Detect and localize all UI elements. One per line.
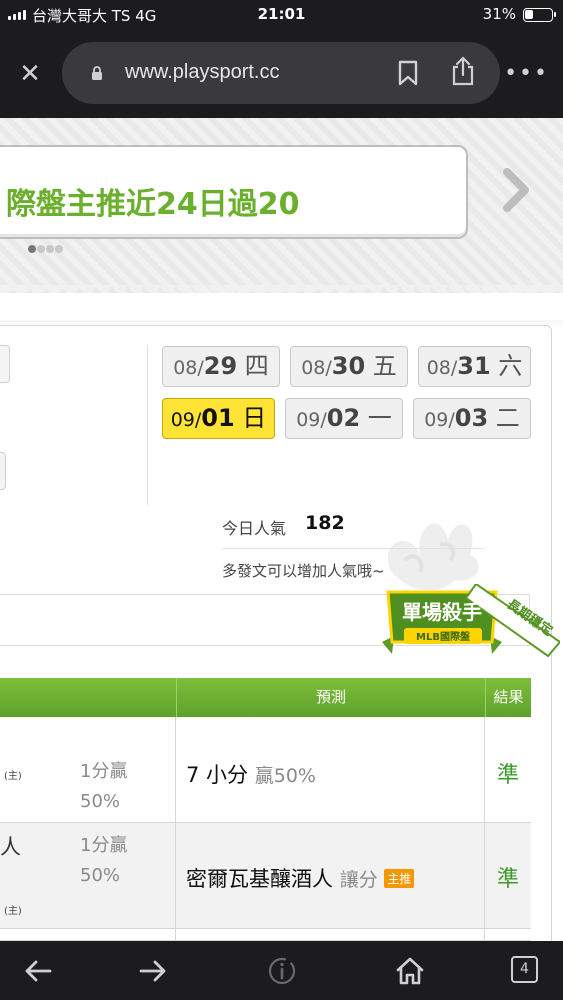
info-icon[interactable]	[266, 955, 298, 987]
popularity-value: 182	[305, 512, 345, 534]
table-header: 預測 結果	[0, 678, 531, 717]
carousel-dots[interactable]	[28, 245, 63, 253]
prediction-cell[interactable]: 密爾瓦基釀酒人 讓分 主推	[186, 863, 415, 893]
lock-icon	[92, 66, 102, 80]
points-pct: 50%	[80, 865, 121, 886]
badge-title: 單場殺手	[402, 600, 482, 624]
banner-card[interactable]: 際盤主推近24日過20	[0, 145, 468, 239]
clock: 21:01	[257, 5, 306, 23]
prediction-cell[interactable]: 7 小分 贏50%	[186, 759, 316, 789]
carousel-dot[interactable]	[37, 245, 45, 253]
date-button[interactable]: 09/03 二	[413, 398, 531, 439]
status-bar: 台灣大哥大 TS 4G 21:01 31%	[0, 0, 563, 30]
column-divider	[175, 823, 176, 928]
url-text[interactable]: www.playsport.cc	[125, 61, 280, 84]
result-cell: 準	[496, 867, 519, 892]
forward-icon[interactable]	[137, 955, 169, 987]
home-icon[interactable]	[394, 955, 426, 987]
divider	[222, 548, 484, 549]
browser-bar: ✕ www.playsport.cc •••	[0, 30, 563, 118]
home-mark: (主)	[4, 906, 22, 917]
tabs-icon[interactable]: 4	[511, 956, 538, 983]
banner-text[interactable]: 際盤主推近24日過20	[6, 179, 300, 223]
carousel-dot[interactable]	[46, 245, 54, 253]
date-button-selected[interactable]: 09/01 日	[162, 398, 275, 439]
header-predict: 預測	[176, 678, 485, 717]
date-button[interactable]: 08/29 四	[162, 346, 280, 387]
result-cell: 準	[496, 763, 519, 788]
column-divider	[175, 929, 176, 940]
date-button[interactable]: 08/31 六	[418, 346, 531, 387]
bookmark-icon[interactable]	[396, 60, 420, 86]
points-cell: 1分贏 50%	[80, 757, 127, 817]
carousel-dot[interactable]	[55, 245, 63, 253]
column-divider	[484, 929, 485, 940]
killer-badge: 單場殺手 MLB國際盤 長期穩定	[382, 584, 560, 658]
left-button-stub[interactable]	[0, 452, 6, 490]
date-button[interactable]: 09/02 一	[285, 398, 403, 439]
points-pct: 50%	[80, 791, 121, 812]
address-bar[interactable]: www.playsport.cc	[62, 42, 500, 104]
table-row	[0, 929, 531, 941]
battery-icon	[523, 8, 556, 22]
badge-subtitle: MLB國際盤	[416, 630, 471, 643]
divider	[147, 345, 148, 505]
popularity-hint: 多發文可以增加人氣哦~	[222, 562, 385, 580]
home-mark: (主)	[4, 771, 22, 782]
close-icon[interactable]: ✕	[14, 58, 46, 90]
table-row: (主) 1分贏 50% 7 小分 贏50% 準	[0, 717, 531, 823]
prediction-sub: 贏50%	[254, 765, 316, 787]
share-icon[interactable]	[450, 56, 476, 86]
header-result: 結果	[485, 678, 531, 717]
prediction-text: 7 小分	[186, 763, 249, 787]
points-text: 1分贏	[80, 761, 128, 782]
left-button-stub[interactable]	[0, 345, 10, 383]
carousel-dot[interactable]	[28, 245, 36, 253]
battery-fill	[525, 10, 533, 19]
team-name: 人	[0, 835, 21, 859]
points-text: 1分贏	[80, 835, 128, 856]
chevron-right-icon[interactable]	[497, 166, 537, 214]
bottom-toolbar: 4	[0, 941, 563, 1000]
back-icon[interactable]	[22, 955, 54, 987]
main-pick-tag: 主推	[384, 869, 415, 888]
points-cell: 1分贏 50%	[80, 831, 127, 891]
prediction-text: 密爾瓦基釀酒人	[186, 867, 333, 891]
table-row: 人 (主) 1分贏 50% 密爾瓦基釀酒人 讓分 主推 準	[0, 823, 531, 929]
battery-percent: 31%	[482, 5, 516, 23]
popularity-label: 今日人氣	[222, 519, 287, 538]
column-divider	[175, 717, 176, 822]
date-button[interactable]: 08/30 五	[290, 346, 408, 387]
prediction-sub: 讓分	[339, 869, 378, 891]
more-icon[interactable]: •••	[504, 63, 549, 85]
banner-area: 際盤主推近24日過20	[0, 118, 563, 301]
